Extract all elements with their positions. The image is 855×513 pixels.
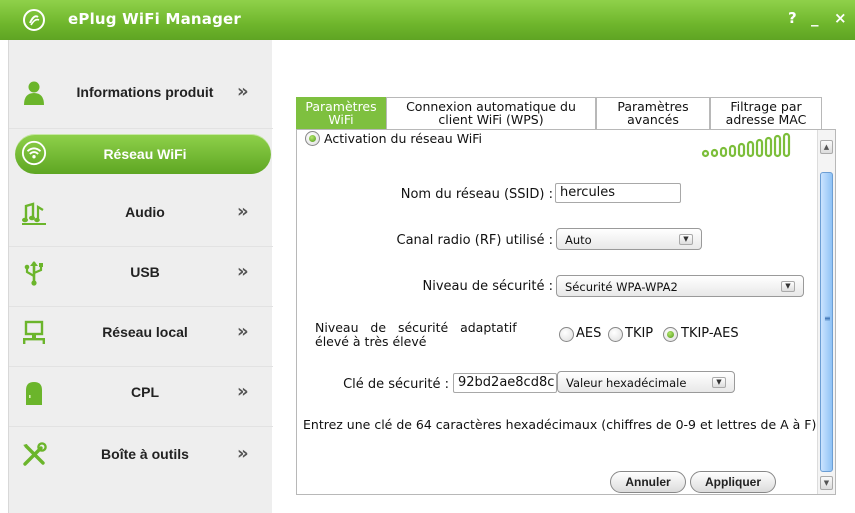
usb-icon [24, 261, 43, 286]
sidebar-item-boite-a-outils[interactable]: Boîte à outils » [9, 426, 273, 484]
tab-content: Activation du réseau WiFi Nom du réseau … [296, 129, 836, 495]
sidebar-item-label: USB [130, 264, 160, 280]
cancel-button[interactable]: Annuler [610, 471, 686, 493]
eplug-logo-icon [23, 9, 45, 31]
radio-tkip-aes-label: TKIP-AES [681, 326, 739, 341]
sidebar-item-label: Réseau WiFi [103, 146, 187, 162]
chevron-down-icon: ▼ [679, 234, 693, 245]
sidebar-item-label: CPL [131, 384, 159, 400]
security-key-label: Clé de sécurité : [343, 377, 449, 392]
channel-select[interactable]: Auto ▼ [556, 228, 702, 250]
help-button[interactable]: ? [788, 9, 797, 27]
sidebar-item-informations-produit[interactable]: Informations produit » [9, 64, 273, 122]
tab-bar: Paramètres WiFi Connexion automatique du… [296, 97, 822, 129]
person-icon [24, 81, 44, 105]
channel-select-value: Auto [565, 233, 592, 247]
security-key-input[interactable]: 92bd2ae8cd8c [453, 373, 557, 393]
chevron-right-icon: » [237, 381, 249, 402]
sidebar-item-reseau-local[interactable]: Réseau local » [9, 304, 273, 362]
tab-parametres-avances[interactable]: Paramètres avancés [596, 97, 710, 129]
radio-tkip-label: TKIP [625, 326, 654, 341]
tab-wps[interactable]: Connexion automatique du client WiFi (WP… [386, 97, 596, 129]
music-notes-icon [22, 202, 46, 225]
sidebar-item-label: Réseau local [102, 324, 188, 340]
key-format-value: Valeur hexadécimale [566, 376, 687, 390]
chevron-right-icon: » [237, 81, 249, 102]
chevron-down-icon: ▼ [712, 377, 726, 388]
scroll-up-icon[interactable]: ▲ [820, 140, 833, 154]
wifi-activation-toggle[interactable] [305, 131, 320, 146]
apply-button[interactable]: Appliquer [690, 471, 776, 493]
tab-parametres-wifi[interactable]: Paramètres WiFi [296, 97, 386, 129]
chevron-right-icon: » [237, 201, 249, 222]
sidebar-item-label: Informations produit [76, 84, 214, 100]
scroll-thumb[interactable]: ≡ [820, 172, 833, 472]
wifi-icon [21, 140, 47, 166]
security-level-value: Sécurité WPA-WPA2 [565, 280, 678, 294]
adaptive-security-label-line2: élevé à très élevé [315, 334, 427, 349]
security-level-select[interactable]: Sécurité WPA-WPA2 ▼ [556, 275, 804, 297]
vertical-scrollbar[interactable]: ▲ ≡ ▼ [817, 130, 835, 494]
close-button[interactable]: × [834, 9, 847, 27]
ssid-input[interactable]: hercules [555, 183, 681, 203]
channel-label: Canal radio (RF) utilisé : [396, 233, 554, 248]
title-bar: ePlug WiFi Manager ? _ × [0, 0, 855, 40]
sidebar-item-reseau-wifi[interactable]: Réseau WiFi [15, 134, 271, 174]
chevron-right-icon: » [237, 261, 249, 282]
radio-tkip-aes[interactable] [663, 327, 678, 342]
key-instructions-text: Entrez une clé de 64 caractères hexadéci… [303, 417, 817, 432]
radio-tkip[interactable] [608, 327, 623, 342]
adaptive-security-label-line1: Niveau de sécurité adaptatif [315, 320, 517, 335]
grip-icon: ≡ [824, 314, 831, 323]
radio-aes[interactable] [559, 327, 574, 342]
minimize-button[interactable]: _ [811, 9, 819, 27]
sidebar-item-label: Boîte à outils [101, 446, 189, 462]
sidebar-item-label: Audio [125, 204, 165, 220]
app-title: ePlug WiFi Manager [68, 10, 242, 28]
key-format-select[interactable]: Valeur hexadécimale ▼ [557, 371, 735, 393]
sidebar-item-cpl[interactable]: CPL » [9, 364, 273, 422]
wifi-settings-panel: Paramètres WiFi Connexion automatique du… [296, 97, 836, 497]
tab-filtrage-mac[interactable]: Filtrage par adresse MAC [710, 97, 822, 129]
radio-aes-label: AES [576, 326, 602, 341]
sidebar-item-audio[interactable]: Audio » [9, 184, 273, 242]
tools-icon [23, 442, 47, 466]
security-level-label: Niveau de sécurité : [422, 279, 553, 294]
signal-strength-icon [701, 132, 791, 158]
scroll-down-icon[interactable]: ▼ [820, 476, 833, 490]
chevron-down-icon: ▼ [781, 281, 795, 292]
sidebar-item-usb[interactable]: USB » [9, 244, 273, 302]
powerline-plug-icon [26, 382, 42, 405]
divider [9, 128, 273, 129]
ssid-label: Nom du réseau (SSID) : [400, 187, 553, 202]
chevron-right-icon: » [237, 321, 249, 342]
sidebar: Informations produit » Réseau WiFi Audio… [8, 40, 273, 513]
network-computer-icon [23, 320, 45, 344]
wifi-activation-label: Activation du réseau WiFi [324, 131, 483, 146]
chevron-right-icon: » [237, 443, 249, 464]
